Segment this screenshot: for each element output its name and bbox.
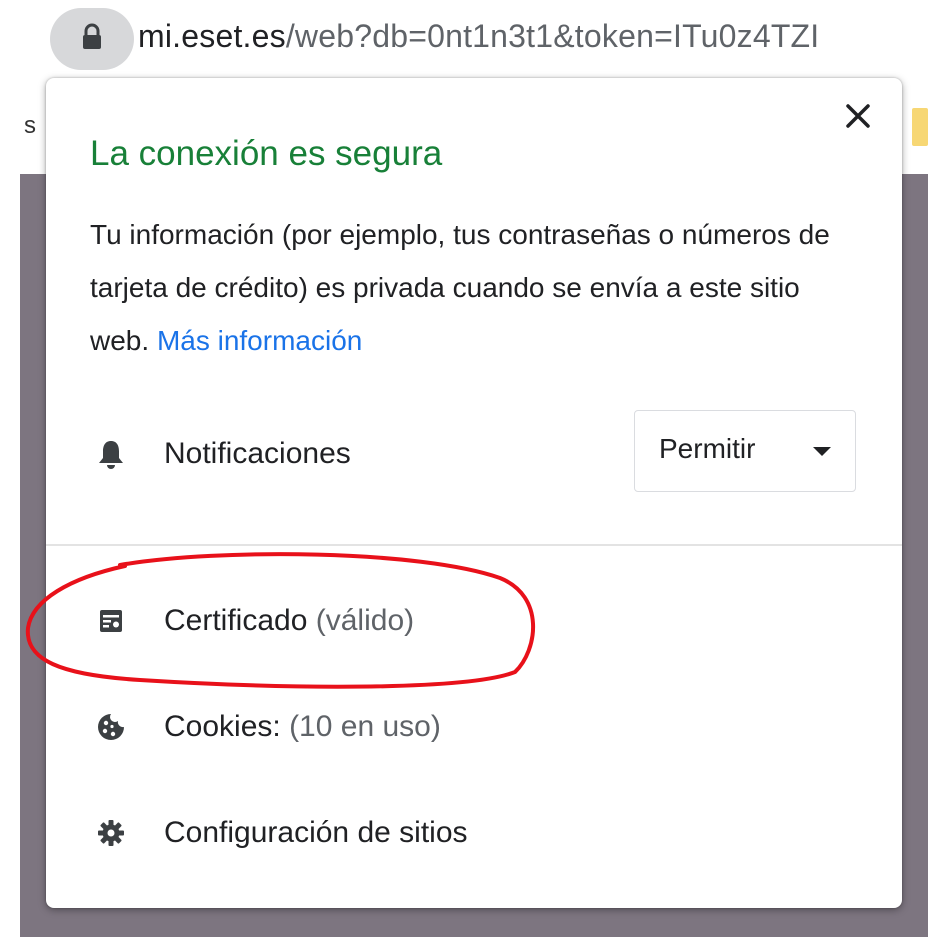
connection-secure-title: La conexión es segura [90, 134, 443, 173]
divider [46, 544, 902, 546]
url-path: /web?db=0nt1n3t1&token=ITu0z4TZI [285, 18, 820, 54]
permission-value: Permitir [659, 433, 756, 464]
close-button[interactable] [838, 98, 878, 138]
connection-description: Tu información (por ejemplo, tus contras… [90, 208, 850, 367]
site-settings-label: Configuración de sitios [164, 816, 468, 849]
certificate-status: (válido) [315, 604, 415, 637]
url-field[interactable]: mi.eset.es/web?db=0nt1n3t1&token=ITu0z4T… [138, 18, 819, 55]
bookmark-folder-fragment [912, 108, 928, 146]
certificate-label-text: Certificado [164, 604, 308, 637]
site-info-popup: La conexión es segura Tu información (po… [46, 78, 902, 908]
cookies-row[interactable]: Cookies: (10 en uso) [46, 695, 902, 759]
bell-icon [96, 439, 126, 469]
bookmark-fragment: s [24, 112, 36, 139]
more-info-link[interactable]: Más información [157, 325, 362, 356]
cookies-label-text: Cookies: [164, 710, 281, 743]
cookies-status: (10 en uso) [289, 710, 441, 743]
gear-icon [96, 818, 126, 848]
url-host: mi.eset.es [138, 18, 286, 54]
certificate-label: Certificado (válido) [164, 604, 414, 638]
site-settings-row[interactable]: Configuración de sitios [46, 801, 902, 865]
close-icon [845, 103, 871, 134]
caret-down-icon [813, 447, 831, 456]
site-info-button[interactable] [50, 8, 134, 70]
certificate-row[interactable]: Certificado (válido) [46, 589, 902, 653]
cookies-label: Cookies: (10 en uso) [164, 710, 441, 744]
lock-icon [80, 23, 104, 56]
address-bar: mi.eset.es/web?db=0nt1n3t1&token=ITu0z4T… [0, 0, 928, 86]
cookie-icon [96, 712, 126, 742]
notifications-permission-select[interactable]: Permitir [634, 410, 856, 492]
notifications-label: Notificaciones [164, 437, 351, 470]
certificate-icon [96, 606, 126, 636]
